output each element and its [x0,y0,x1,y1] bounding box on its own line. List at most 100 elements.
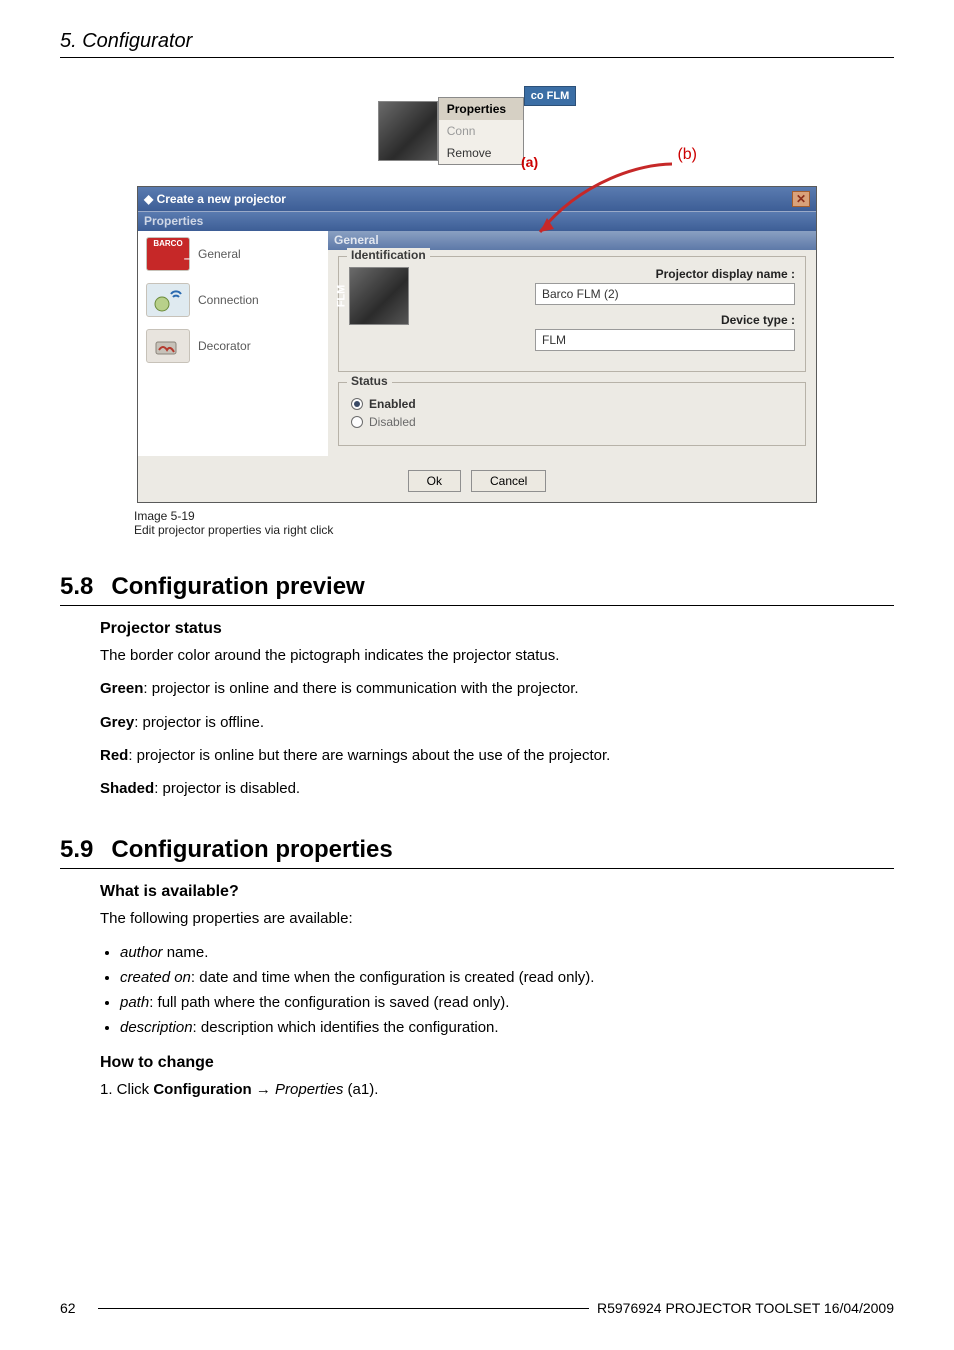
status-enabled-label: Enabled [369,397,416,411]
dialog-nav: BARCO ━━ General Connection [138,231,328,456]
prop-path-term: path [120,994,149,1011]
dialog-right-panel: General Identification FLM Projector dis… [328,231,816,456]
figure-caption-line2: Edit projector properties via right clic… [134,523,894,537]
subheading-how-to-change: How to change [100,1054,894,1072]
prop-path-desc: : full path where the configuration is s… [149,994,509,1011]
thumbnail-label: FLM [362,119,374,142]
term-green: Green [100,680,143,697]
section-5-8-title: Configuration preview [111,573,364,601]
context-menu-properties[interactable]: Properties [439,98,523,120]
radio-unselected-icon [351,416,363,428]
nav-item-general[interactable]: BARCO ━━ General [138,231,328,277]
prop-description-desc: : description which identifies the confi… [193,1019,499,1036]
list-item: description: description which identifie… [120,1016,894,1039]
nav-item-connection[interactable]: Connection [138,277,328,323]
create-projector-dialog: ◆ Create a new projector ✕ Properties BA… [137,186,817,503]
section-5-8-number: 5.8 [60,573,93,601]
prop-created-desc: : date and time when the configuration i… [191,969,595,986]
page-number: 62 [60,1300,90,1316]
section-5-9-number: 5.9 [60,836,93,864]
nav-item-decorator[interactable]: Decorator [138,323,328,369]
status-disabled-option[interactable]: Disabled [351,415,795,429]
figure-5-19: FLM Properties Conn Remove co FLM (a) (b… [137,76,817,503]
list-item: created on: date and time when the confi… [120,966,894,989]
status-enabled-option[interactable]: Enabled [351,397,795,411]
radio-selected-icon [351,398,363,410]
dialog-title: ◆ Create a new projector [144,192,286,206]
display-name-field[interactable]: Barco FLM (2) [535,283,795,305]
nav-item-decorator-label: Decorator [198,339,251,353]
term-shaded: Shaded [100,780,154,797]
dialog-title-icon: ◆ [144,192,153,206]
properties-list: author name. created on: date and time w… [100,941,894,1040]
desc-shaded: : projector is disabled. [154,780,300,797]
projector-tag-right: co FLM [524,86,577,106]
status-disabled-label: Disabled [369,415,416,429]
status-fieldset: Status Enabled Disabled [338,382,806,446]
display-name-label: Projector display name : [423,267,795,281]
section-5-9-rule [60,868,894,869]
figure-caption-line1: Image 5-19 [134,509,894,523]
step-1: 1. Click Configuration → Properties (a1)… [100,1078,894,1101]
device-type-field[interactable]: FLM [535,329,795,351]
header-rule [60,57,894,58]
barco-logo-icon: BARCO ━━ [146,237,190,271]
desc-red: : projector is online but there are warn… [128,747,610,764]
nav-item-connection-label: Connection [198,293,259,307]
connection-icon [146,283,190,317]
identification-legend: Identification [347,248,430,262]
projector-thumbnail[interactable]: FLM [378,101,438,161]
dialog-title-text: Create a new projector [157,192,286,206]
para-status-green: Green: projector is online and there is … [100,677,894,700]
prop-author-desc: name. [163,944,209,961]
step1-post: (a1). [343,1081,378,1098]
context-menu: Properties Conn Remove [438,97,524,165]
prop-author-term: author [120,944,163,961]
desc-green: : projector is online and there is commu… [143,680,578,697]
status-legend: Status [347,374,392,388]
para-available-intro: The following properties are available: [100,907,894,930]
decorator-icon [146,329,190,363]
subheading-projector-status: Projector status [100,620,894,638]
section-5-9-heading: 5.9 Configuration properties [60,836,894,864]
term-red: Red [100,747,128,764]
properties-bar: Properties [138,211,816,231]
callout-marker-a: (a) [521,154,538,170]
dialog-footer: Ok Cancel [138,456,816,502]
para-status-red: Red: projector is online but there are w… [100,744,894,767]
identification-thumbnail: FLM [349,267,409,325]
context-menu-remove[interactable]: Remove [439,142,523,164]
dialog-body: BARCO ━━ General Connection [138,231,816,456]
chapter-header: 5. Configurator [60,30,894,53]
footer-text: R5976924 PROJECTOR TOOLSET 16/04/2009 [597,1300,894,1316]
step1-pre: 1. Click [100,1081,153,1098]
step1-arrow: → [252,1081,275,1098]
figure-top-row: FLM Properties Conn Remove co FLM (a) (b… [137,76,817,186]
footer-rule [98,1308,589,1309]
nav-item-general-label: General [198,247,241,261]
list-item: author name. [120,941,894,964]
ok-button[interactable]: Ok [408,470,461,492]
cancel-button[interactable]: Cancel [471,470,546,492]
para-status-grey: Grey: projector is offline. [100,711,894,734]
device-type-label: Device type : [423,313,795,327]
identification-thumb-label: FLM [335,285,347,308]
subheading-what-available: What is available? [100,883,894,901]
page-footer: 62 R5976924 PROJECTOR TOOLSET 16/04/2009 [60,1300,894,1316]
identification-fieldset: Identification FLM Projector display nam… [338,256,806,372]
barco-logo-text: BARCO [153,239,182,248]
para-status-shaded: Shaded: projector is disabled. [100,777,894,800]
callout-marker-b: (b) [677,146,697,164]
dialog-titlebar: ◆ Create a new projector ✕ [138,187,816,211]
prop-created-term: created on [120,969,191,986]
para-status-intro: The border color around the pictograph i… [100,644,894,667]
section-5-8-heading: 5.8 Configuration preview [60,573,894,601]
identification-fields: Projector display name : Barco FLM (2) D… [423,267,795,359]
step1-italic: Properties [275,1081,343,1098]
desc-grey: : projector is offline. [134,714,264,731]
context-menu-conn[interactable]: Conn [439,120,523,142]
section-5-9-title: Configuration properties [111,836,392,864]
close-icon[interactable]: ✕ [792,191,810,207]
step1-bold: Configuration [153,1081,251,1098]
prop-description-term: description [120,1019,193,1036]
